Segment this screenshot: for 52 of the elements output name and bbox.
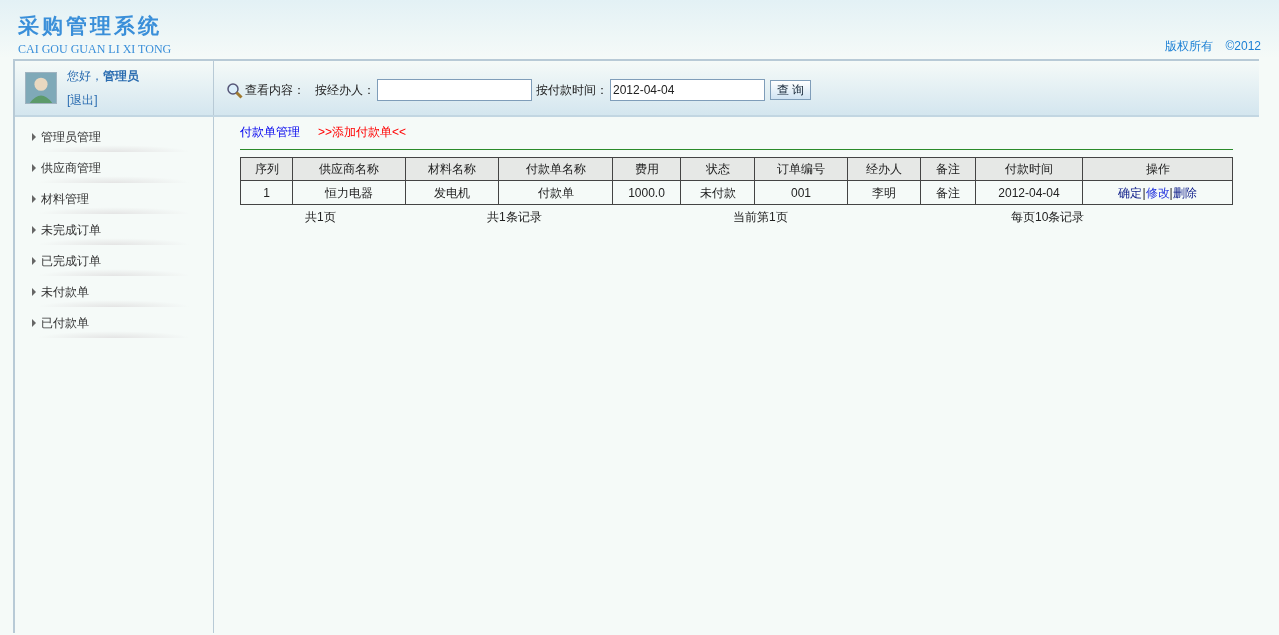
column-header: 材料名称 xyxy=(405,157,499,181)
copyright-text: 版权所有 xyxy=(1165,38,1214,55)
action-link[interactable]: 修改 xyxy=(1145,185,1170,200)
triangle-icon xyxy=(32,256,36,265)
triangle-icon xyxy=(32,225,36,234)
logout-link[interactable]: [退出] xyxy=(67,91,139,109)
app-title: 采购管理系统 xyxy=(18,13,163,39)
column-header: 序列 xyxy=(240,157,293,181)
column-header: 状态 xyxy=(680,157,755,181)
add-payment-link[interactable]: >>添加付款单<< xyxy=(318,123,407,141)
separator-text: | xyxy=(1169,185,1173,200)
query-button[interactable]: 查 询 xyxy=(770,80,812,100)
avatar-icon xyxy=(25,72,57,104)
table-cell: 备注 xyxy=(920,180,976,205)
copyright-year: ©2012 xyxy=(1225,38,1261,55)
page-title-link[interactable]: 付款单管理 xyxy=(240,123,300,141)
table-cell: 未付款 xyxy=(680,180,755,205)
triangle-icon xyxy=(32,194,36,203)
date-label: 按付款时间： xyxy=(536,82,608,99)
table-cell: 恒力电器 xyxy=(292,180,406,205)
column-header: 供应商名称 xyxy=(292,157,406,181)
column-header: 备注 xyxy=(920,157,976,181)
pagination-text: 共1条记录 xyxy=(487,210,542,224)
table-cell: 发电机 xyxy=(405,180,499,205)
search-label: 查看内容： xyxy=(245,82,305,99)
triangle-icon xyxy=(32,163,36,172)
table-cell: 1 xyxy=(240,180,293,205)
search-icon xyxy=(226,81,243,99)
agent-input-field[interactable] xyxy=(377,79,532,101)
pagination-text: 共1页 xyxy=(305,210,336,224)
column-header: 订单编号 xyxy=(754,157,848,181)
column-header: 付款单名称 xyxy=(498,157,613,181)
agent-label: 按经办人： xyxy=(315,82,375,99)
table-cell: 001 xyxy=(754,180,848,205)
table-cell: 1000.0 xyxy=(612,180,681,205)
pagination-text: 每页10条记录 xyxy=(1011,210,1085,224)
table-cell: 李明 xyxy=(847,180,921,205)
triangle-icon xyxy=(32,318,36,327)
action-link[interactable]: 确定 xyxy=(1118,185,1143,200)
app-subtitle: CAI GOU GUAN LI XI TONG xyxy=(18,42,172,56)
column-header: 经办人 xyxy=(847,157,921,181)
table-cell: 付款单 xyxy=(498,180,613,205)
triangle-icon xyxy=(32,287,36,296)
pagination-text: 当前第1页 xyxy=(733,210,788,224)
date-input-field[interactable]: 2012-04-04 xyxy=(610,79,765,101)
greeting-text: 您好，管理员 xyxy=(67,68,139,85)
table-cell: 2012-04-04 xyxy=(975,180,1083,205)
separator-text: | xyxy=(1142,185,1146,200)
column-header: 费用 xyxy=(612,157,681,181)
triangle-icon xyxy=(32,132,36,141)
column-header: 付款时间 xyxy=(975,157,1083,181)
column-header: 操作 xyxy=(1082,157,1233,181)
